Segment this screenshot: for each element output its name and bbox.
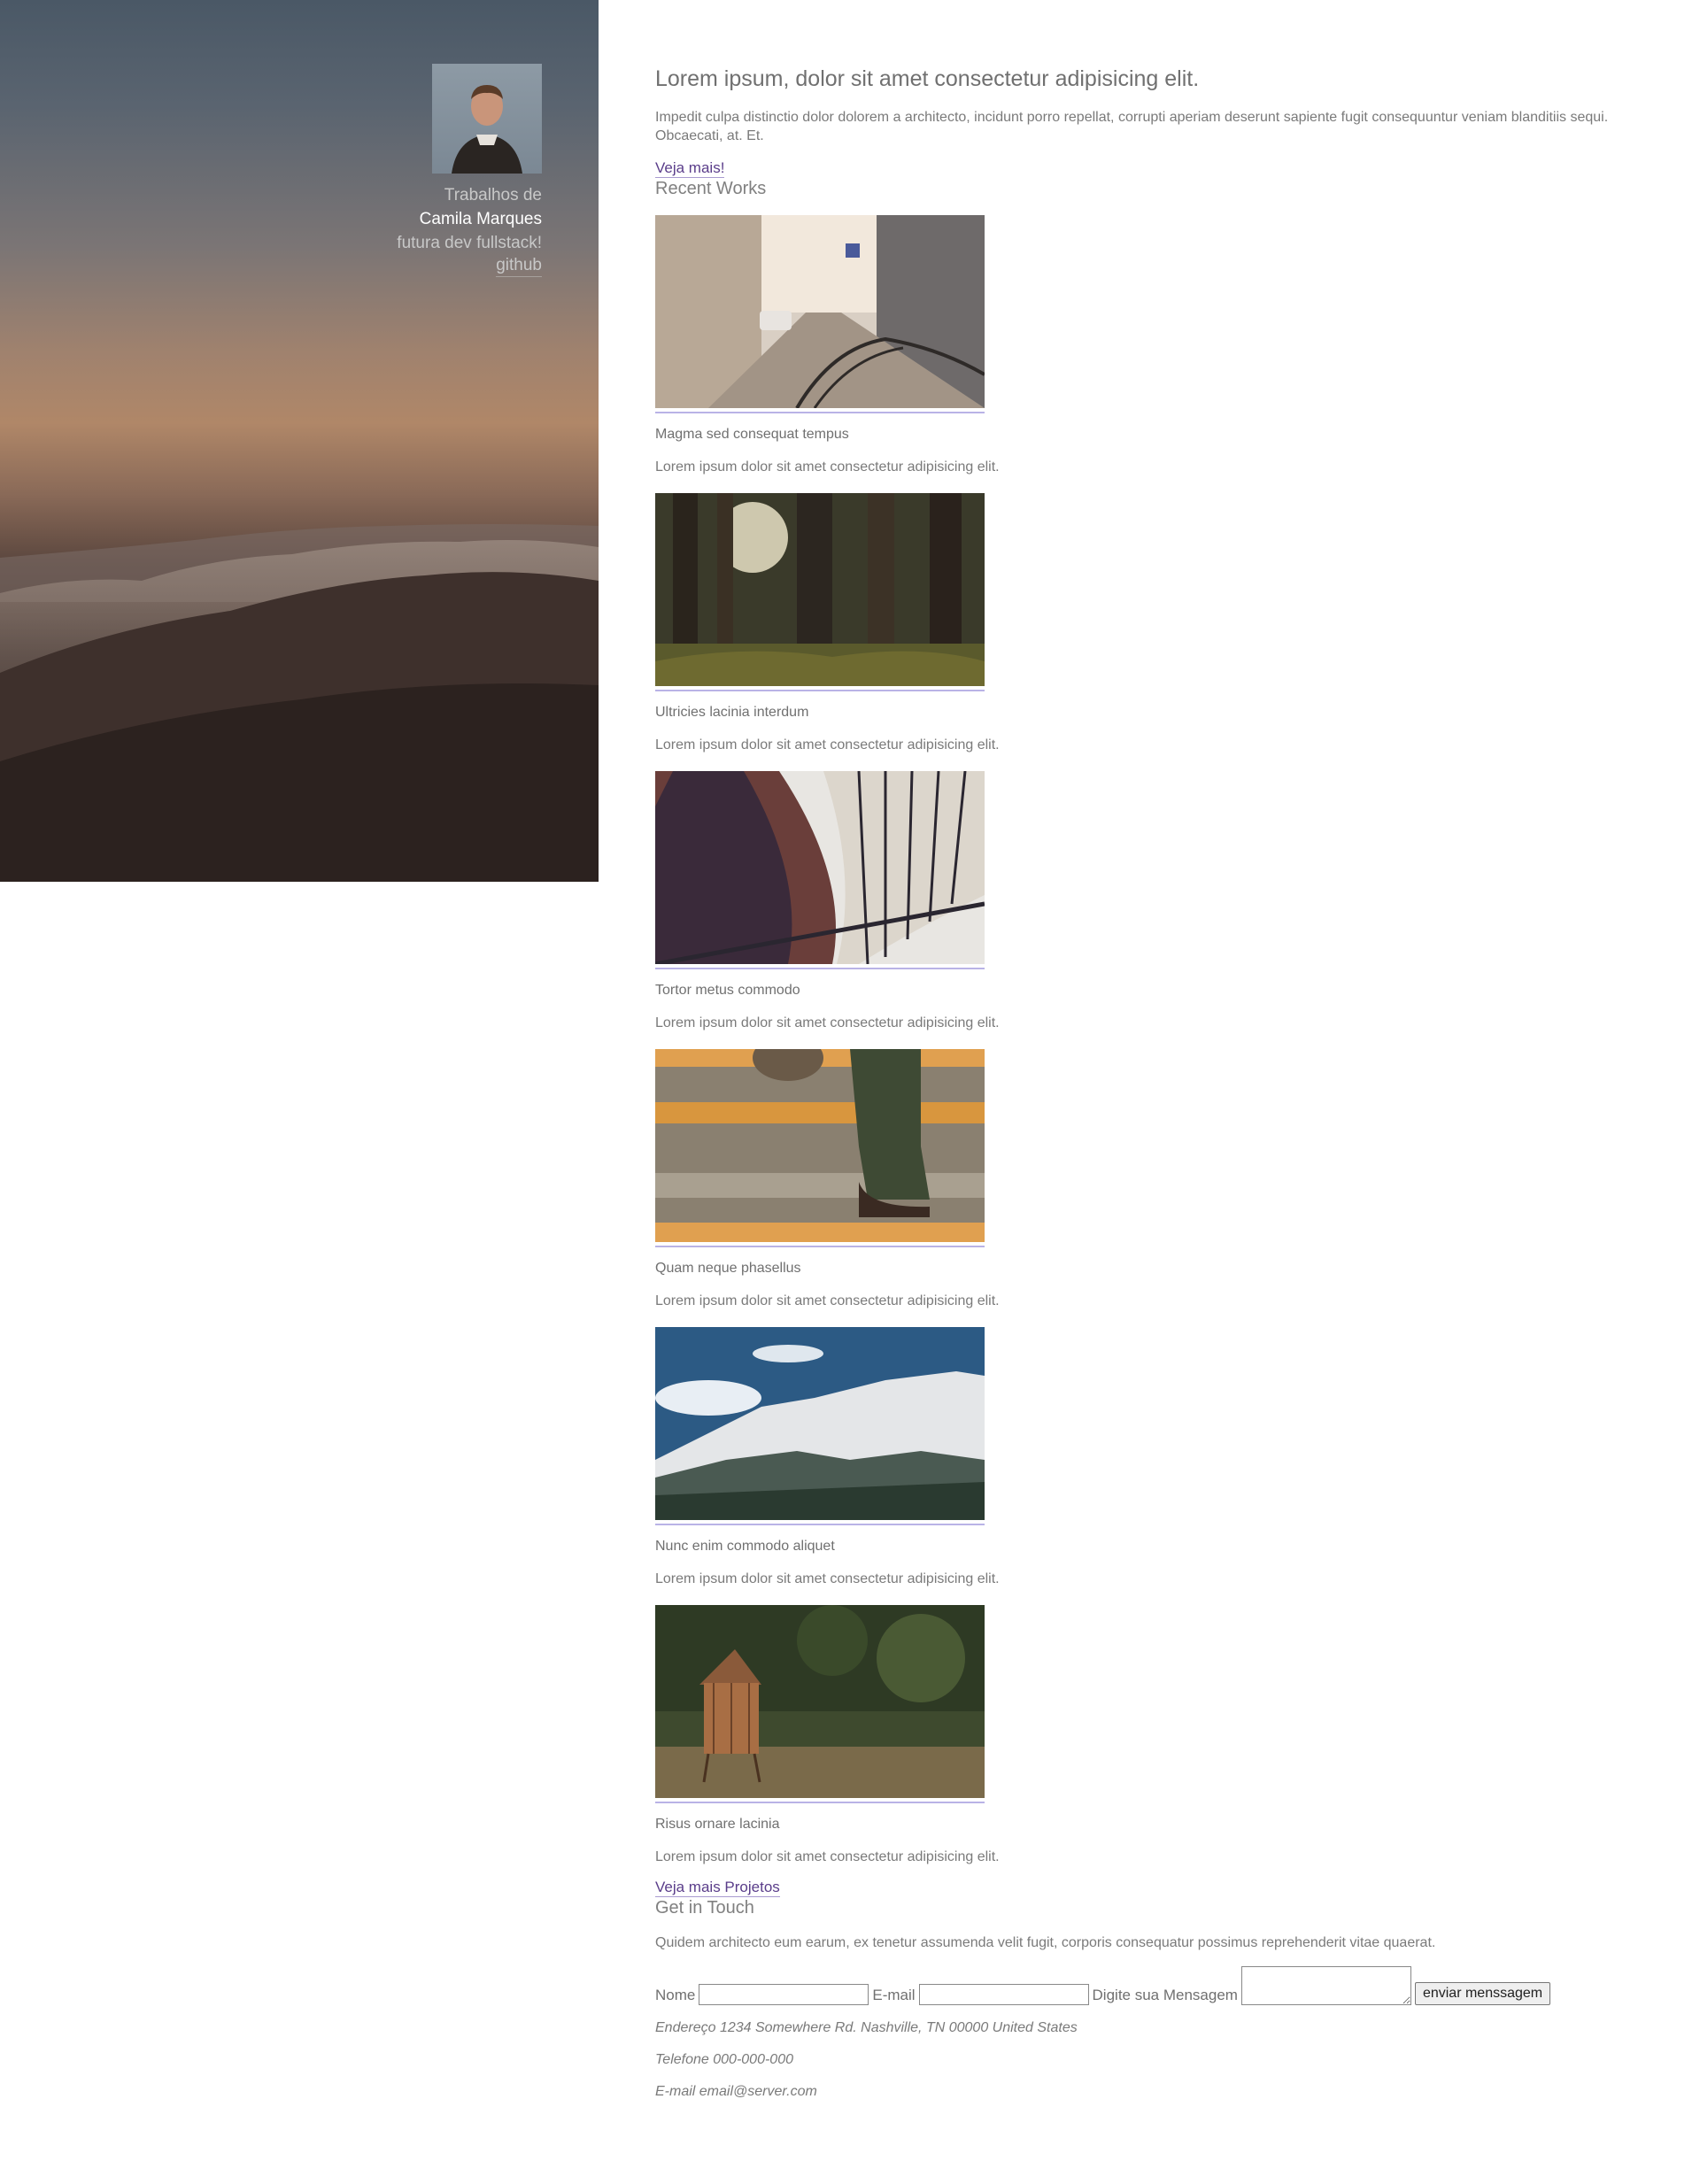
name-label: Nome <box>655 1987 696 2003</box>
phone-info: Telefone 000-000-000 <box>655 2052 793 2067</box>
get-in-touch-title: Get in Touch <box>655 1898 754 1918</box>
work-title: Magma sed consequat tempus <box>655 427 849 442</box>
mountains-image <box>655 1327 985 1520</box>
contact-text: Quidem architecto eum earum, ex tenetur … <box>655 1935 1436 1950</box>
work-item: Quam neque phasellus Lorem ipsum dolor s… <box>655 1049 1000 1310</box>
intro-heading: Lorem ipsum, dolor sit amet consectetur … <box>655 66 1200 91</box>
intro-text: Impedit culpa distinctio dolor dolorem a… <box>655 110 1609 143</box>
city-street-image <box>655 215 985 408</box>
wooden-hut-image <box>655 1605 985 1798</box>
address-info: Endereço 1234 Somewhere Rd. Nashville, T… <box>655 2020 1078 2035</box>
library-image <box>655 771 985 964</box>
stairs-image <box>655 1049 985 1242</box>
work-item: Nunc enim commodo aliquet Lorem ipsum do… <box>655 1327 1000 1588</box>
sidebar-hero: Trabalhos de Camila Marques futura dev f… <box>0 0 599 882</box>
email-field[interactable] <box>918 1984 1089 2005</box>
work-title: Ultricies lacinia interdum <box>655 705 809 720</box>
work-thumbnail-link[interactable] <box>655 771 985 969</box>
work-description: Lorem ipsum dolor sit amet consectetur a… <box>655 737 1000 752</box>
email-label: E-mail <box>872 1987 916 2003</box>
recent-works-list: Magma sed consequat tempus Lorem ipsum d… <box>655 215 1647 1866</box>
work-description: Lorem ipsum dolor sit amet consectetur a… <box>655 1015 1000 1030</box>
work-thumbnail-link[interactable] <box>655 1049 985 1247</box>
profile-lead: Trabalhos de <box>444 186 542 205</box>
work-thumbnail-link[interactable] <box>655 1327 985 1525</box>
work-title: Quam neque phasellus <box>655 1261 801 1276</box>
main-content: Lorem ipsum, dolor sit amet consectetur … <box>655 64 1647 2101</box>
profile-tagline: futura dev fullstack! <box>397 234 542 252</box>
contact-form: Nome E-mail Digite sua Mensagem enviar m… <box>655 1966 1647 2005</box>
github-link[interactable]: github <box>496 255 542 277</box>
avatar <box>432 64 542 174</box>
work-description: Lorem ipsum dolor sit amet consectetur a… <box>655 1571 1000 1586</box>
work-item: Risus ornare lacinia Lorem ipsum dolor s… <box>655 1605 1000 1866</box>
profile-block: Trabalhos de Camila Marques futura dev f… <box>276 64 542 277</box>
message-field[interactable] <box>1240 1966 1411 2005</box>
work-thumbnail-link[interactable] <box>655 215 985 413</box>
profile-name: Camila Marques <box>419 210 542 228</box>
work-title: Tortor metus commodo <box>655 983 800 998</box>
veja-mais-link[interactable]: Veja mais! <box>655 159 725 178</box>
veja-mais-projetos-link[interactable]: Veja mais Projetos <box>655 1879 780 1897</box>
forest-image <box>655 493 985 686</box>
work-thumbnail-link[interactable] <box>655 493 985 691</box>
send-message-button[interactable]: enviar menssagem <box>1414 1982 1551 2005</box>
email-info: E-mail email@server.com <box>655 2084 817 2099</box>
work-item: Magma sed consequat tempus Lorem ipsum d… <box>655 215 1000 476</box>
work-item: Ultricies lacinia interdum Lorem ipsum d… <box>655 493 1000 754</box>
work-title: Risus ornare lacinia <box>655 1817 780 1832</box>
recent-works-title: Recent Works <box>655 179 767 198</box>
work-thumbnail-link[interactable] <box>655 1605 985 1803</box>
misty-hills-illustration <box>0 524 599 882</box>
work-description: Lorem ipsum dolor sit amet consectetur a… <box>655 1293 1000 1308</box>
name-field[interactable] <box>699 1984 869 2005</box>
work-description: Lorem ipsum dolor sit amet consectetur a… <box>655 459 1000 475</box>
message-label: Digite sua Mensagem <box>1092 1987 1238 2003</box>
work-title: Nunc enim commodo aliquet <box>655 1539 835 1554</box>
work-item: Tortor metus commodo Lorem ipsum dolor s… <box>655 771 1000 1032</box>
work-description: Lorem ipsum dolor sit amet consectetur a… <box>655 1849 1000 1864</box>
